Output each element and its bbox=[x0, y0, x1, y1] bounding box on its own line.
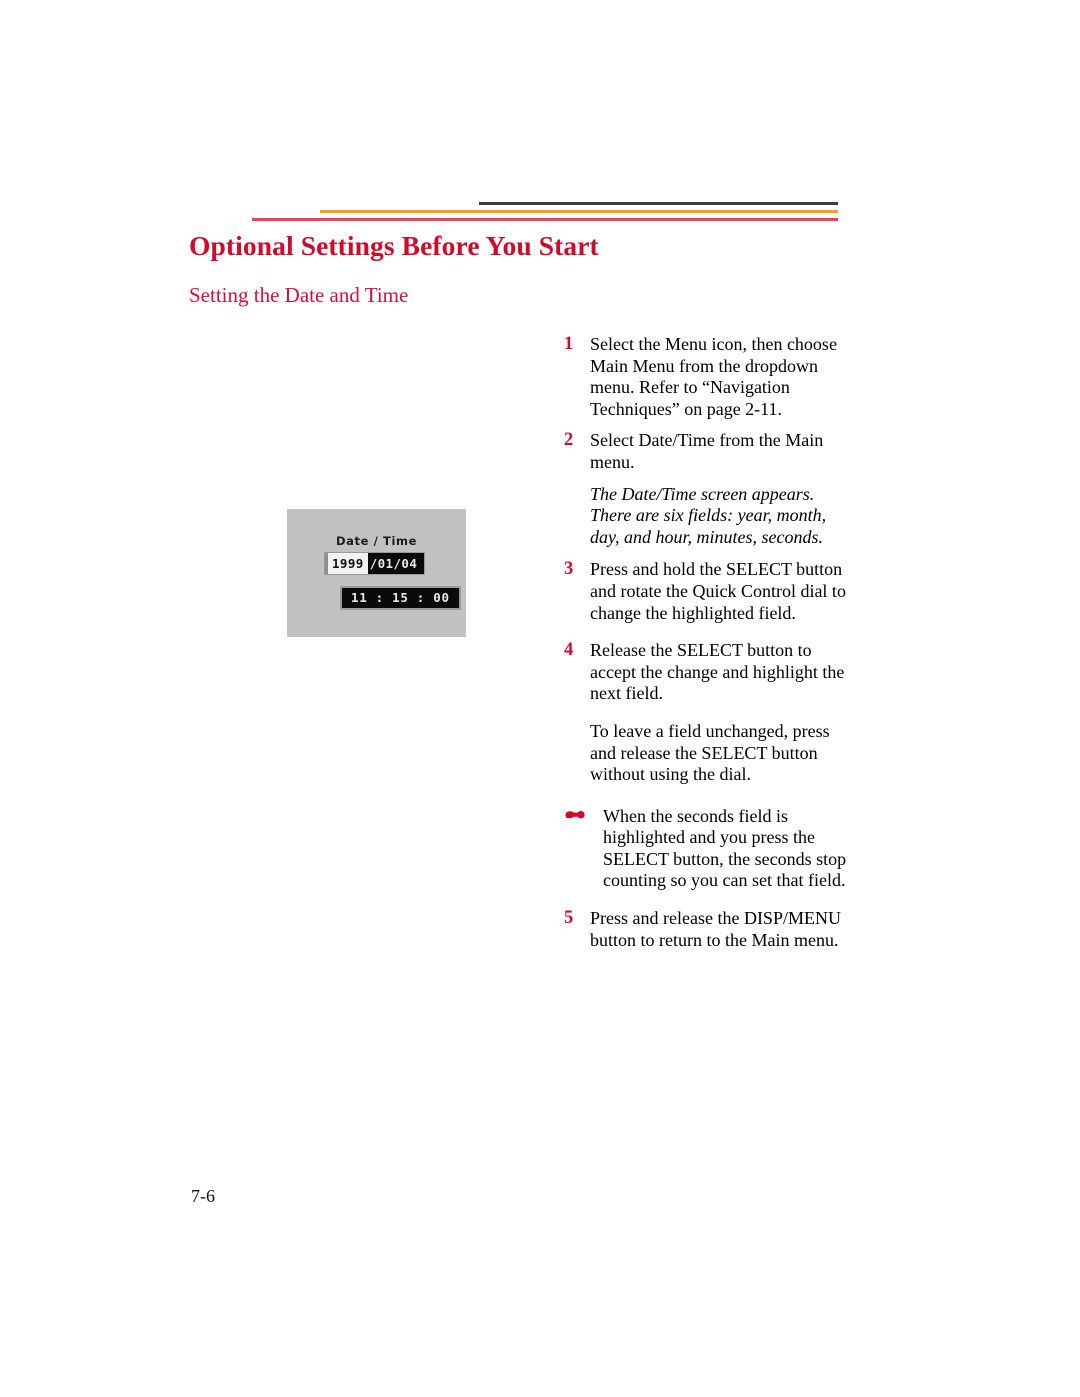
step-3-number: 3 bbox=[564, 559, 574, 580]
step-4-text: Release the SELECT button to accept the … bbox=[590, 640, 845, 704]
pointing-hand-icon bbox=[564, 808, 586, 826]
lcd-screen-title: Date / Time bbox=[336, 534, 417, 548]
step-4: 4 Release the SELECT button to accept th… bbox=[564, 640, 854, 705]
step-2-number: 2 bbox=[564, 430, 574, 451]
step-5-text: Press and release the DISP/MENU button t… bbox=[590, 908, 841, 950]
step-5-number: 5 bbox=[564, 908, 574, 929]
step-2-text: Select Date/Time from the Main menu. bbox=[590, 430, 824, 472]
tip-text: When the seconds field is highlighted an… bbox=[603, 805, 847, 891]
step-1-number: 1 bbox=[564, 334, 574, 354]
header-rule-group bbox=[0, 196, 1080, 230]
dark-rule bbox=[479, 202, 838, 205]
date-time-screen-note: The Date/Time screen appears. There are … bbox=[590, 483, 827, 547]
step-3: 3 Press and hold the SELECT button and r… bbox=[564, 559, 854, 624]
step-4-number: 4 bbox=[564, 640, 574, 661]
date-time-screen-figure: Date / Time 1999 /01/04 11 : 15 : 00 bbox=[287, 509, 466, 637]
lcd-time-field: 11 : 15 : 00 bbox=[340, 586, 461, 610]
orange-rule bbox=[320, 210, 838, 213]
tip-callout: When the seconds field is highlighted an… bbox=[564, 806, 854, 892]
leave-field-unchanged-note: To leave a field unchanged, press and re… bbox=[590, 720, 830, 785]
step-1-text: Select the Menu icon, then choose Main M… bbox=[590, 334, 837, 419]
step-3-text: Press and hold the SELECT button and rot… bbox=[590, 559, 846, 623]
page-number: 7-6 bbox=[191, 1186, 215, 1206]
page-title: Optional Settings Before You Start bbox=[189, 230, 599, 261]
step-5: 5 Press and release the DISP/MENU button… bbox=[564, 908, 854, 951]
step-1: 1 Select the Menu icon, then choose Main… bbox=[564, 334, 854, 420]
lcd-date-month-day: /01/04 bbox=[367, 553, 425, 574]
step-2: 2 Select Date/Time from the Main menu. bbox=[564, 430, 854, 473]
lcd-date-year-highlighted: 1999 bbox=[328, 553, 368, 574]
red-rule bbox=[252, 218, 838, 221]
lcd-date-field: 1999 /01/04 bbox=[325, 553, 425, 574]
instruction-steps: 1 Select the Menu icon, then choose Main… bbox=[564, 334, 854, 961]
section-title: Setting the Date and Time bbox=[189, 283, 409, 307]
